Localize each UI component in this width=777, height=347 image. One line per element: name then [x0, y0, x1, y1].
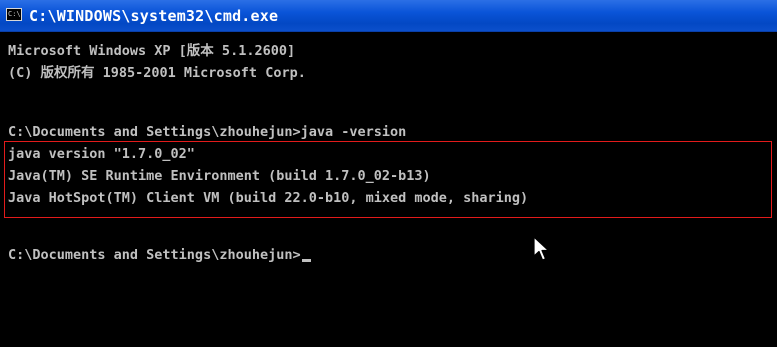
cmd-app-icon[interactable]: C:\: [6, 8, 22, 21]
cmd-window: C:\ C:\WINDOWS\system32\cmd.exe Microsof…: [0, 0, 777, 347]
console-prompt-line[interactable]: C:\Documents and Settings\zhouhejun>: [8, 245, 311, 265]
mouse-pointer-icon: [533, 236, 550, 261]
console-line-copyright: (C) 版权所有 1985-2001 Microsoft Corp.: [8, 65, 306, 81]
highlight-box: [4, 141, 772, 218]
title-bar[interactable]: C:\ C:\WINDOWS\system32\cmd.exe: [0, 0, 777, 32]
console-line-os-version: Microsoft Windows XP [版本 5.1.2600]: [8, 43, 296, 59]
window-title: C:\WINDOWS\system32\cmd.exe: [29, 7, 279, 25]
text-cursor: [301, 259, 311, 262]
console-prompt: C:\Documents and Settings\zhouhejun>: [8, 247, 301, 263]
console-line-command: C:\Documents and Settings\zhouhejun>java…: [8, 124, 407, 140]
